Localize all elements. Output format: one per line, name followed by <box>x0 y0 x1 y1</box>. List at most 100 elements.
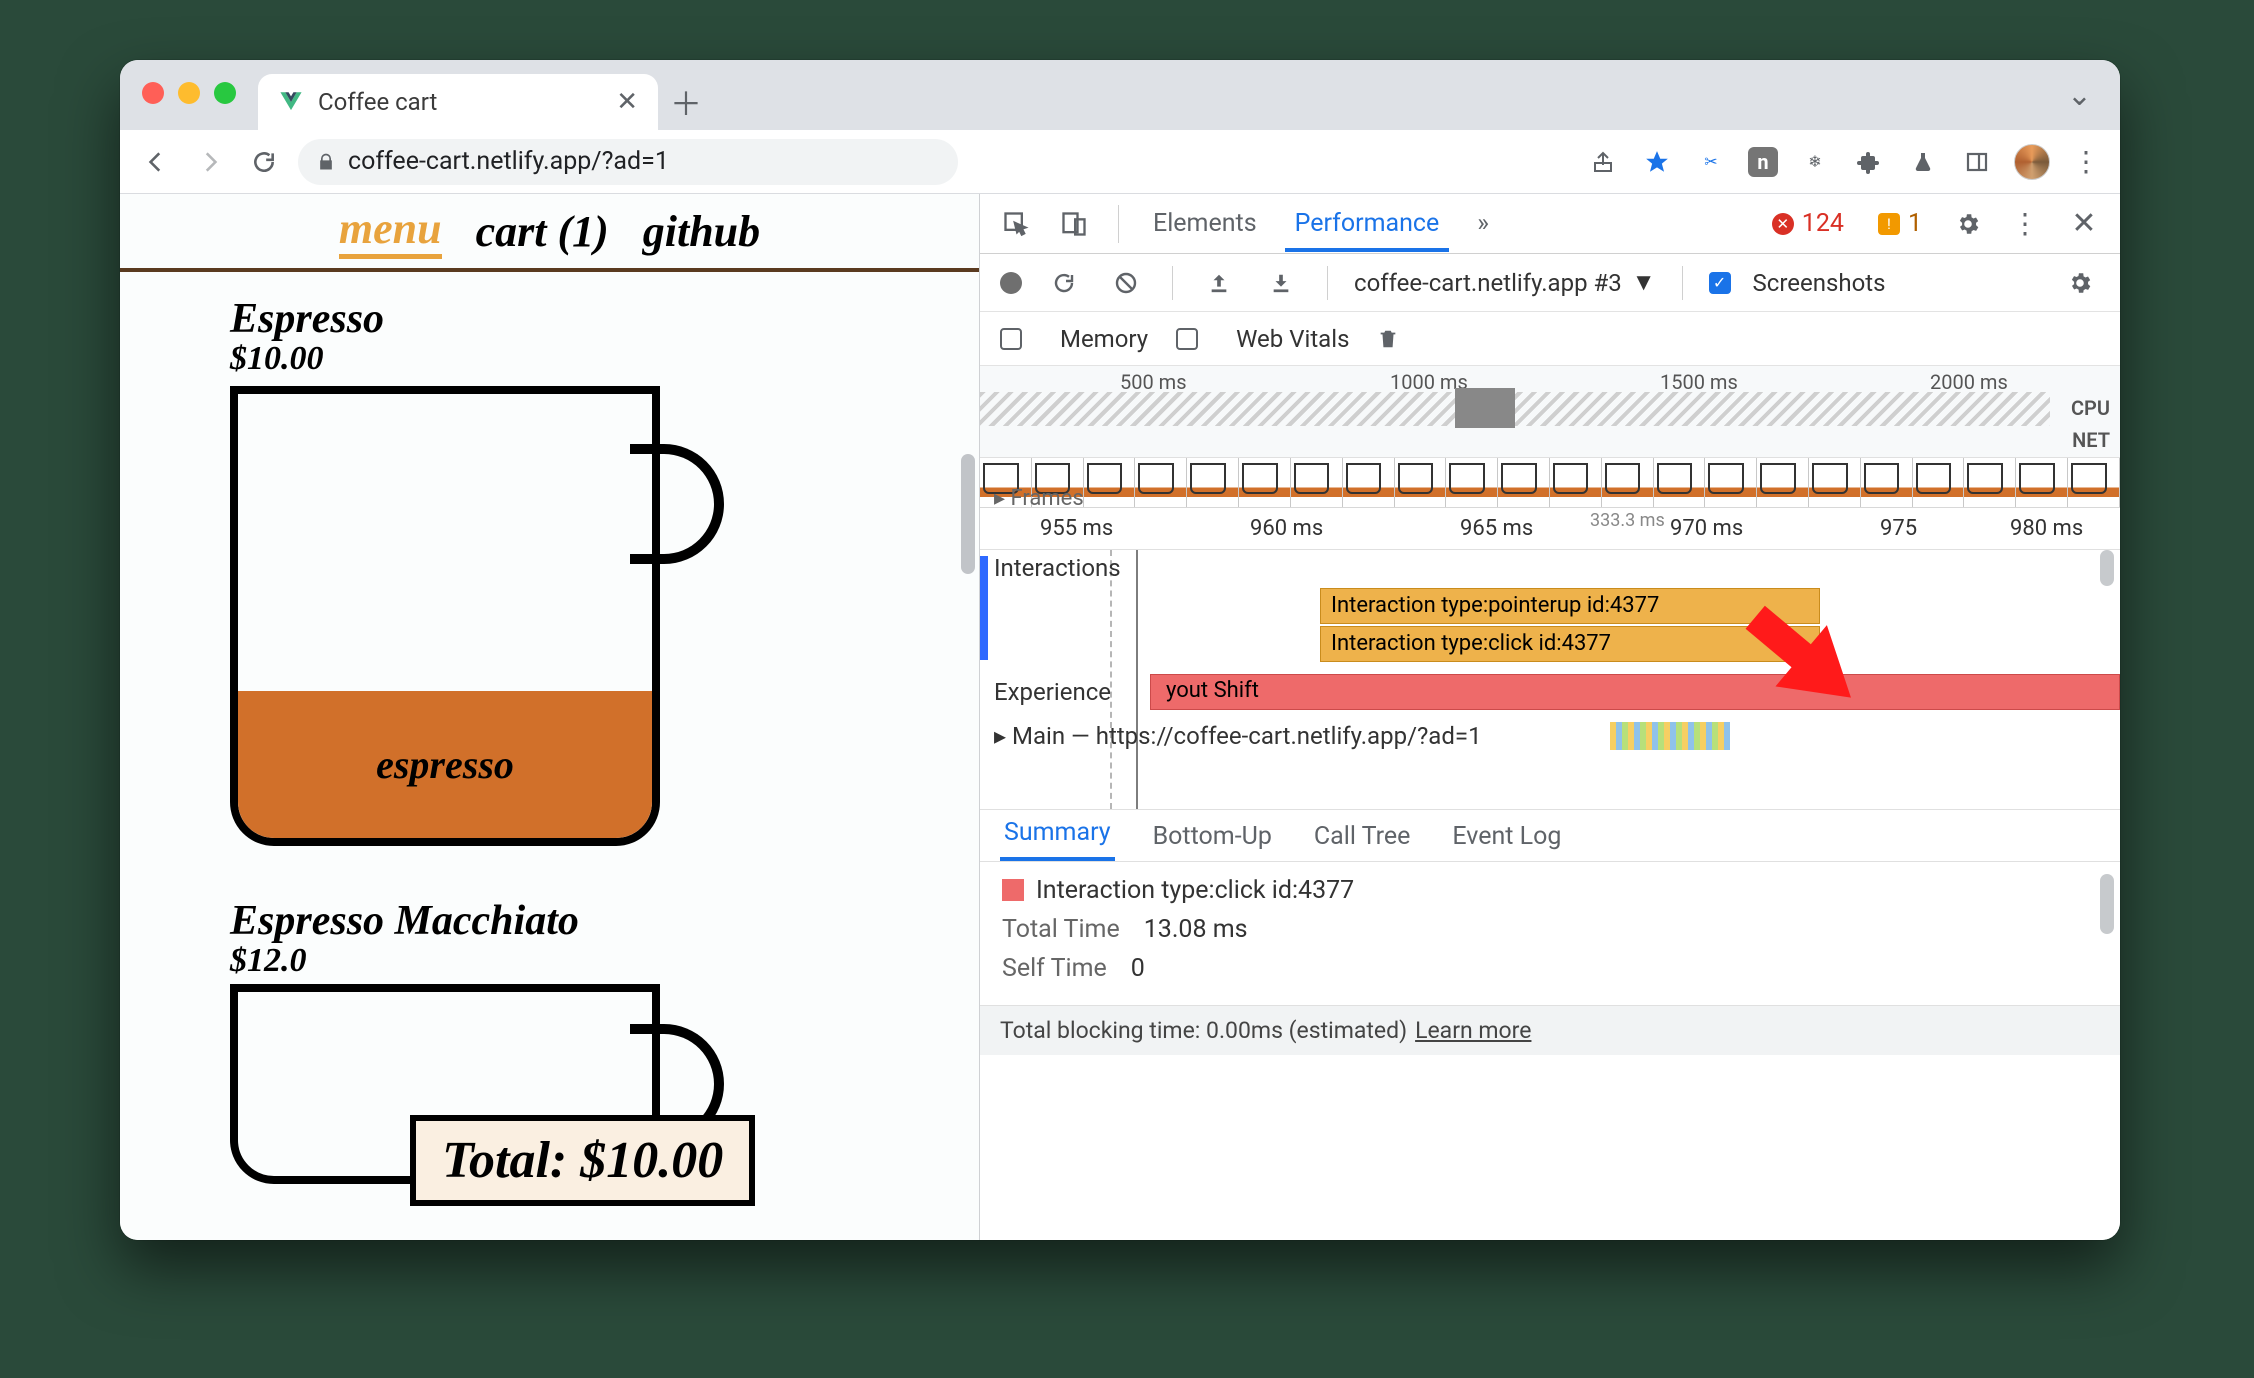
download-profile-icon[interactable] <box>1261 263 1301 303</box>
profile-avatar[interactable] <box>2014 144 2050 180</box>
labs-flask-icon[interactable] <box>1906 145 1940 179</box>
toolbar-right: ✂ n ❄ ⋮ <box>1586 144 2104 180</box>
frames-track-label: ▸ Frames <box>994 486 1084 511</box>
device-toggle-icon[interactable] <box>1054 204 1094 244</box>
clear-icon[interactable] <box>1106 263 1146 303</box>
summary-pane: Interaction type:click id:4377 Total Tim… <box>980 862 2120 997</box>
layout-shift-bar[interactable] <box>1150 674 2120 710</box>
selection-marker <box>980 556 988 660</box>
capture-settings-icon[interactable] <box>2060 263 2100 303</box>
flame-ruler[interactable]: ▸ Frames 955 ms 960 ms 965 ms 333.3 ms 9… <box>980 508 2120 550</box>
overview-tick: 1500 ms <box>1660 370 1738 394</box>
vue-favicon-icon <box>278 89 304 115</box>
memory-checkbox[interactable] <box>1000 328 1022 350</box>
subtab-calltree[interactable]: Call Tree <box>1310 812 1415 861</box>
ruler-selection: 333.3 ms <box>1590 510 1665 531</box>
subtab-eventlog[interactable]: Event Log <box>1448 812 1565 861</box>
net-label: NET <box>2072 428 2110 452</box>
browser-toolbar: coffee-cart.netlify.app/?ad=1 ✂ n ❄ ⋮ <box>120 130 2120 194</box>
product2-title: Espresso Macchiato <box>230 900 939 942</box>
page-scrollbar[interactable] <box>961 454 975 574</box>
sidepanel-icon[interactable] <box>1960 145 1994 179</box>
perf-options: Memory Web Vitals <box>980 312 2120 366</box>
nav-cart[interactable]: cart (1) <box>476 206 609 257</box>
scissors-extension-icon[interactable]: ✂ <box>1694 145 1728 179</box>
lock-icon <box>316 152 336 172</box>
close-tab-icon[interactable]: ✕ <box>616 87 638 117</box>
tab-elements[interactable]: Elements <box>1143 195 1267 252</box>
url-text: coffee-cart.netlify.app/?ad=1 <box>348 147 669 176</box>
self-time-key: Self Time <box>1002 954 1107 983</box>
page-viewport: menu cart (1) github Espresso $10.00 esp… <box>120 194 980 1240</box>
perf-toolbar: coffee-cart.netlify.app #3 ▼ ✓ Screensho… <box>980 254 2120 312</box>
cart-total[interactable]: Total: $10.00 <box>410 1115 755 1206</box>
devtools-panel: Elements Performance » ✕124 !1 ⋮ ✕ <box>980 194 2120 1240</box>
main-tasks[interactable] <box>1610 722 1730 750</box>
extension-react-icon[interactable]: ❄ <box>1798 145 1832 179</box>
memory-label: Memory <box>1060 325 1148 353</box>
cup-body-icon: espresso <box>230 386 660 846</box>
extension-n-icon[interactable]: n <box>1748 147 1778 177</box>
page-content: Espresso $10.00 espresso Espresso Macchi… <box>120 272 979 1240</box>
extensions-puzzle-icon[interactable] <box>1852 145 1886 179</box>
cup-handle-icon <box>630 444 724 564</box>
self-time-value: 0 <box>1131 954 1145 983</box>
coffee-fill-label: espresso <box>238 691 652 838</box>
close-window-icon[interactable] <box>142 82 164 104</box>
devtools-settings-icon[interactable] <box>1948 204 1988 244</box>
timeline-overview[interactable]: 500 ms 1000 ms 1500 ms 2000 ms CPU NET <box>980 366 2120 458</box>
tab-performance[interactable]: Performance <box>1285 195 1450 252</box>
back-button[interactable] <box>136 142 176 182</box>
address-bar[interactable]: coffee-cart.netlify.app/?ad=1 <box>298 139 958 185</box>
flame-scrollbar[interactable] <box>2100 550 2114 586</box>
forward-button[interactable] <box>190 142 230 182</box>
ruler-tick: 975 <box>1880 516 1917 541</box>
minimize-window-icon[interactable] <box>178 82 200 104</box>
cpu-label: CPU <box>2071 396 2110 420</box>
tbt-learn-more[interactable]: Learn more <box>1415 1017 1531 1044</box>
annotation-arrow-icon <box>1730 594 1880 724</box>
total-time-key: Total Time <box>1002 915 1120 944</box>
tab-title: Coffee cart <box>318 88 437 116</box>
ruler-tick: 965 ms <box>1460 516 1533 541</box>
product-price: $10.00 <box>230 340 939 378</box>
tab-overflow[interactable]: » <box>1467 195 1499 252</box>
ruler-tick: 970 ms <box>1670 516 1743 541</box>
flame-chart[interactable]: Interactions Interaction type:pointerup … <box>980 550 2120 810</box>
webvitals-checkbox[interactable] <box>1176 328 1198 350</box>
reload-record-icon[interactable] <box>1044 263 1084 303</box>
interactions-header: Interactions <box>994 554 1121 582</box>
main-thread-header: Main — https://coffee-cart.netlify.app/?… <box>1012 722 1482 750</box>
devtools-tabbar: Elements Performance » ✕124 !1 ⋮ ✕ <box>980 194 2120 254</box>
screenshots-checkbox[interactable]: ✓ <box>1709 272 1731 294</box>
upload-profile-icon[interactable] <box>1199 263 1239 303</box>
product-title: Espresso <box>230 298 939 340</box>
devtools-menu-icon[interactable]: ⋮ <box>2006 204 2046 244</box>
zoom-window-icon[interactable] <box>214 82 236 104</box>
product-mug[interactable]: espresso <box>230 386 690 856</box>
chrome-menu-icon[interactable]: ⋮ <box>2070 145 2104 179</box>
tab-overflow-icon[interactable]: ⌄ <box>2067 78 2092 113</box>
bookmark-star-icon[interactable] <box>1640 145 1674 179</box>
warning-count[interactable]: !1 <box>1870 207 1930 240</box>
error-count[interactable]: ✕124 <box>1764 207 1852 240</box>
nav-github[interactable]: github <box>643 206 760 257</box>
browser-tab[interactable]: Coffee cart ✕ <box>258 74 658 130</box>
product2-price: $12.0 <box>230 942 939 980</box>
inspect-element-icon[interactable] <box>996 204 1036 244</box>
subtab-bottomup[interactable]: Bottom-Up <box>1149 812 1276 861</box>
summary-scrollbar[interactable] <box>2100 874 2114 934</box>
overview-marker <box>1455 388 1515 428</box>
reload-button[interactable] <box>244 142 284 182</box>
site-nav: menu cart (1) github <box>120 194 979 272</box>
gc-trash-icon[interactable] <box>1377 328 1399 350</box>
record-button[interactable] <box>1000 272 1022 294</box>
devtools-close-icon[interactable]: ✕ <box>2064 204 2104 244</box>
nav-menu[interactable]: menu <box>339 203 442 259</box>
subtab-summary[interactable]: Summary <box>1000 808 1115 861</box>
profile-select[interactable]: coffee-cart.netlify.app #3 ▼ <box>1354 268 1656 297</box>
screenshot-filmstrip[interactable] <box>980 458 2120 508</box>
share-icon[interactable] <box>1586 145 1620 179</box>
new-tab-button[interactable]: ＋ <box>658 74 714 130</box>
experience-header: Experience <box>994 678 1111 706</box>
